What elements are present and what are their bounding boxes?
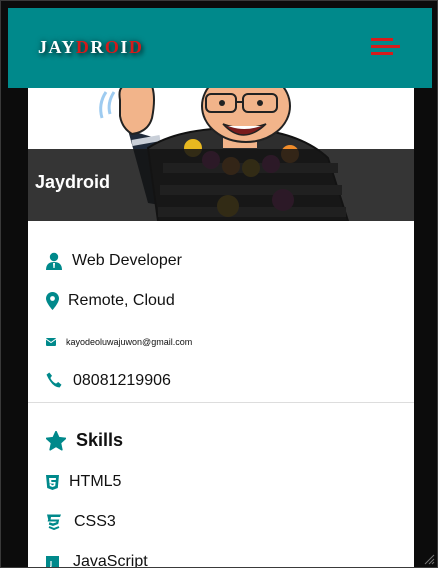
skill-css3: CSS3 [46,513,116,531]
phone-number[interactable]: 08081219906 [73,372,171,390]
user-tie-icon [46,252,62,270]
hamburger-menu-icon[interactable] [371,38,401,58]
html5-icon [46,474,59,490]
css3-icon [46,514,62,531]
location-pin-icon [46,292,59,310]
location-text: Remote, Cloud [68,292,175,309]
star-icon [45,430,67,451]
browser-viewport: JAYDROID Jaydroid Web Developer Remote, … [0,0,438,568]
detail-email: kayodeoluwajuwon@gmail.com [45,337,192,347]
detail-job: Web Developer [46,252,182,270]
js-icon [46,555,59,567]
skill-html5-label: HTML5 [69,473,122,490]
skill-javascript-label: JavaScript [73,553,148,568]
brand-logo[interactable]: JAYDROID [38,37,143,58]
skill-html5: HTML5 [46,473,121,491]
top-navbar: JAYDROID [8,8,432,88]
profile-name: Jaydroid [35,172,111,192]
skill-css3-label: CSS3 [74,513,116,530]
phone-icon [46,372,62,390]
detail-location: Remote, Cloud [46,292,175,310]
profile-photo: Jaydroid [28,88,414,221]
section-divider [28,402,414,403]
profile-card: Jaydroid Web Developer Remote, Cloud kay… [28,88,414,568]
skills-heading: Skills [45,430,124,451]
envelope-icon [45,338,57,346]
resize-handle-icon[interactable] [423,553,435,565]
detail-phone: 08081219906 [46,372,171,390]
job-title: Web Developer [72,252,182,269]
email-link[interactable]: kayodeoluwajuwon@gmail.com [66,337,192,347]
skills-title: Skills [76,430,124,450]
skill-javascript: JavaScript [46,553,148,568]
